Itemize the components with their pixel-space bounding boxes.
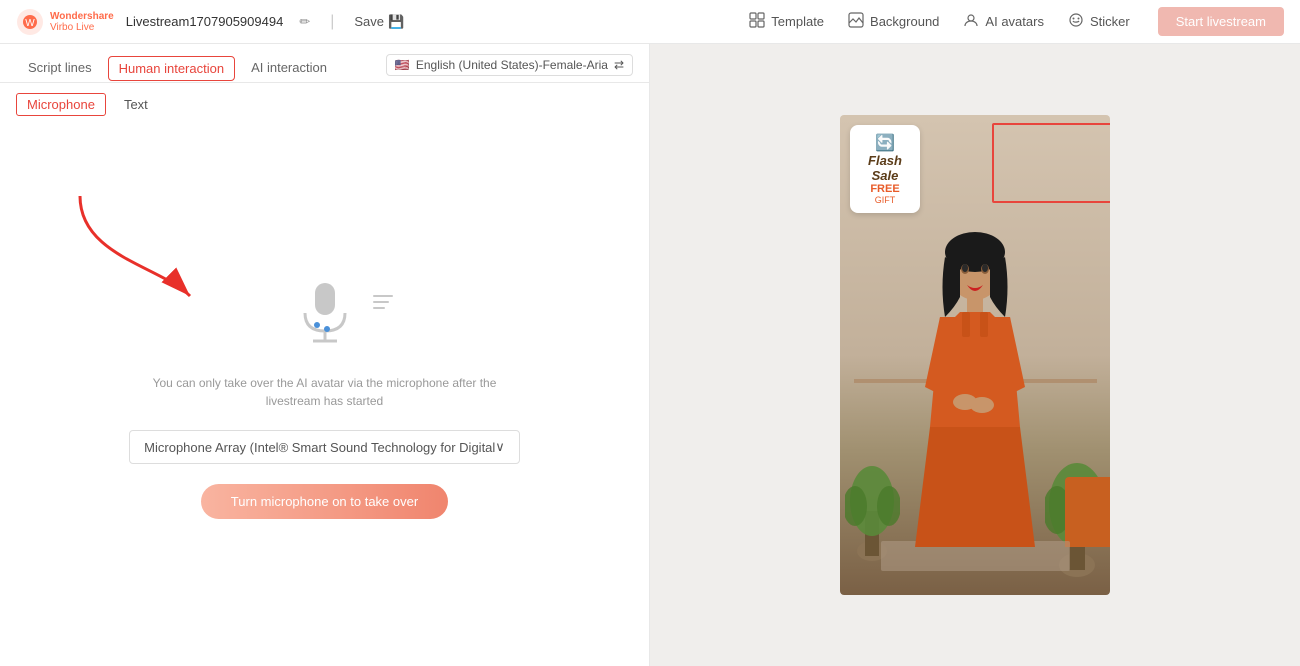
flash-sale-title: Flash Sale xyxy=(860,153,910,183)
microphone-dropdown[interactable]: Microphone Array (Intel® Smart Sound Tec… xyxy=(129,430,520,464)
start-livestream-button[interactable]: Start livestream xyxy=(1158,7,1284,36)
dropdown-label: Microphone Array (Intel® Smart Sound Tec… xyxy=(144,440,495,455)
save-button[interactable]: Save 💾 xyxy=(354,14,404,30)
tab-ai-interaction[interactable]: AI interaction xyxy=(239,54,339,83)
tab-script-lines[interactable]: Script lines xyxy=(16,54,104,83)
main-layout: Script lines Human interaction AI intera… xyxy=(0,44,1300,666)
sound-wave-lines xyxy=(373,295,393,309)
avatar-frame: 🔄 Flash Sale FREE GIFT xyxy=(840,115,1110,595)
language-selector[interactable]: 🇺🇸 English (United States)-Female-Aria ⇄ xyxy=(386,54,633,76)
sticker-icon xyxy=(1068,12,1084,31)
logo: W Wondershare Virbo Live xyxy=(16,8,114,36)
sticker-nav-item[interactable]: Sticker xyxy=(1068,12,1130,31)
ai-avatars-icon xyxy=(963,12,979,31)
svg-text:W: W xyxy=(25,18,35,29)
topbar-divider: | xyxy=(330,13,334,31)
flash-sale-free: FREE xyxy=(860,183,910,195)
save-icon: 💾 xyxy=(388,14,404,30)
edit-title-icon[interactable]: ✏ xyxy=(299,14,310,30)
flash-sale-icon: 🔄 xyxy=(860,133,910,153)
topbar-nav: Template Background AI avatars xyxy=(749,12,1129,31)
flash-sale-gift: GIFT xyxy=(860,195,910,205)
main-tabs: Script lines Human interaction AI intera… xyxy=(0,44,649,83)
template-icon xyxy=(749,12,765,31)
logo-icon: W xyxy=(16,8,44,36)
selection-highlight-box xyxy=(992,123,1110,203)
background-label: Background xyxy=(870,14,939,29)
sofa-object xyxy=(1065,477,1110,547)
avatar-person xyxy=(910,227,1040,547)
turn-mic-on-button[interactable]: Turn microphone on to take over xyxy=(201,484,448,519)
sub-tab-microphone[interactable]: Microphone xyxy=(16,93,106,116)
logo-text: Wondershare Virbo Live xyxy=(50,11,114,33)
mic-icon-container xyxy=(285,273,365,358)
red-arrow-indicator xyxy=(60,176,220,316)
lang-label: English (United States)-Female-Aria xyxy=(416,58,608,72)
microphone-icon xyxy=(285,273,365,353)
stream-title: Livestream1707905909494 xyxy=(126,14,284,29)
background-icon xyxy=(848,12,864,31)
dropdown-chevron-icon: ∨ xyxy=(495,439,505,455)
template-nav-item[interactable]: Template xyxy=(749,12,824,31)
mic-visualization xyxy=(285,273,365,358)
background-nav-item[interactable]: Background xyxy=(848,12,939,31)
mic-hint-text: You can only take over the AI avatar via… xyxy=(145,374,505,410)
ai-avatars-label: AI avatars xyxy=(985,14,1044,29)
lang-chevron-icon: ⇄ xyxy=(614,58,624,72)
template-label: Template xyxy=(771,14,824,29)
mic-content-area: You can only take over the AI avatar via… xyxy=(0,126,649,666)
sub-tabs: Microphone Text xyxy=(0,83,649,126)
ai-avatars-nav-item[interactable]: AI avatars xyxy=(963,12,1044,31)
sub-tab-text[interactable]: Text xyxy=(114,94,158,115)
right-panel: 🔄 Flash Sale FREE GIFT xyxy=(650,44,1300,666)
sticker-label: Sticker xyxy=(1090,14,1130,29)
topbar: W Wondershare Virbo Live Livestream17079… xyxy=(0,0,1300,44)
left-panel: Script lines Human interaction AI intera… xyxy=(0,44,650,666)
flag-icon: 🇺🇸 xyxy=(395,58,410,72)
flash-sale-badge: 🔄 Flash Sale FREE GIFT xyxy=(850,125,920,213)
tab-human-interaction[interactable]: Human interaction xyxy=(108,56,236,81)
